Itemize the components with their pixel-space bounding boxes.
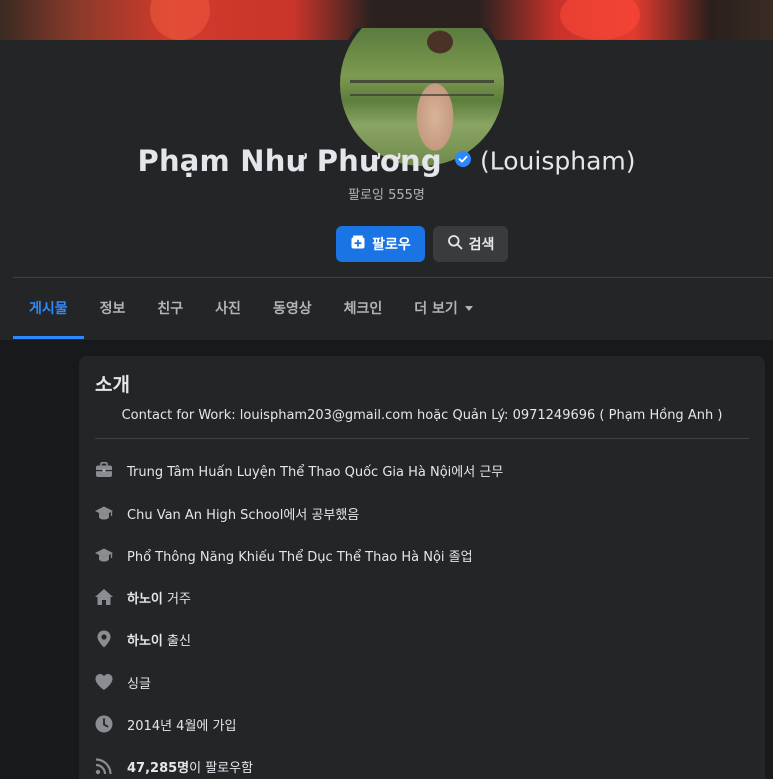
search-button-label: 검색	[468, 237, 495, 253]
tab-friends[interactable]: 친구	[141, 278, 199, 338]
intro-title: 소개	[95, 374, 130, 396]
tab-more[interactable]: 더 보기	[398, 278, 489, 338]
clock-icon	[93, 713, 115, 735]
intro-from-suffix: 출신	[162, 633, 191, 649]
home-icon	[93, 586, 115, 608]
caret-down-icon	[464, 305, 473, 311]
location-pin-icon	[93, 628, 115, 650]
intro-school1-row: Chu Van An High School에서 공부했음	[93, 501, 359, 525]
graduation-cap-icon	[93, 502, 115, 524]
tab-about[interactable]: 정보	[84, 278, 142, 338]
follow-button[interactable]: 팔로우	[336, 226, 425, 262]
intro-lives-place[interactable]: 하노이	[127, 592, 163, 607]
profile-name: Phạm Như Phương	[137, 144, 442, 178]
intro-bio: Contact for Work: louispham203@gmail.com…	[121, 408, 723, 423]
intro-from-place[interactable]: 하노이	[127, 634, 163, 649]
search-button[interactable]: 검색	[433, 226, 508, 262]
profile-header: Phạm Như Phương (Louispham) 팔로잉 555명 팔로우	[0, 28, 773, 340]
tab-photos[interactable]: 사진	[199, 278, 257, 338]
search-icon	[447, 234, 463, 254]
profile-page: Phạm Như Phương (Louispham) 팔로잉 555명 팔로우	[0, 0, 773, 779]
follow-button-label: 팔로우	[372, 237, 411, 253]
intro-joined: 2014년 4월에 가입	[127, 718, 237, 734]
intro-from-row: 하노이 출신	[93, 627, 191, 651]
intro-work: Trung Tâm Huấn Luyện Thể Thao Quốc Gia H…	[127, 464, 504, 480]
heart-icon	[93, 671, 115, 693]
following-count[interactable]: 팔로잉 555명	[0, 184, 773, 203]
rss-feed-icon	[93, 755, 115, 777]
intro-card: 소개 Contact for Work: louispham203@gmail.…	[79, 356, 765, 779]
intro-followers-suffix: 이 팔로우함	[189, 760, 254, 776]
intro-work-row: Trung Tâm Huấn Luyện Thể Thao Quốc Gia H…	[93, 458, 503, 482]
briefcase-icon	[93, 459, 115, 481]
intro-followers-count[interactable]: 47,285명	[127, 761, 189, 776]
tab-checkins[interactable]: 체크인	[328, 278, 399, 338]
intro-school-2: Phổ Thông Năng Khiếu Thể Dục Thể Thao Hà…	[127, 549, 473, 565]
intro-school2-row: Phổ Thông Năng Khiếu Thể Dục Thể Thao Hà…	[93, 543, 473, 567]
profile-tabs: 게시물 정보 친구 사진 동영상 체크인 더 보기	[13, 278, 489, 340]
intro-school-1: Chu Van An High School에서 공부했음	[127, 507, 360, 523]
intro-relationship: 싱글	[127, 676, 151, 692]
tab-videos[interactable]: 동영상	[257, 278, 328, 338]
verified-badge-icon	[454, 151, 471, 167]
intro-lives-suffix: 거주	[162, 591, 191, 607]
follow-icon	[350, 234, 366, 254]
intro-followers-row: 47,285명이 팔로우함	[93, 754, 253, 778]
profile-name-row: Phạm Như Phương (Louispham)	[0, 144, 773, 178]
tab-posts[interactable]: 게시물	[13, 278, 84, 339]
intro-relationship-row: 싱글	[93, 670, 151, 694]
profile-alternate-name: (Louispham)	[480, 146, 636, 176]
intro-divider	[95, 438, 749, 439]
intro-lives-row: 하노이 거주	[93, 585, 191, 609]
graduation-cap-icon	[93, 544, 115, 566]
intro-joined-row: 2014년 4월에 가입	[93, 712, 236, 736]
